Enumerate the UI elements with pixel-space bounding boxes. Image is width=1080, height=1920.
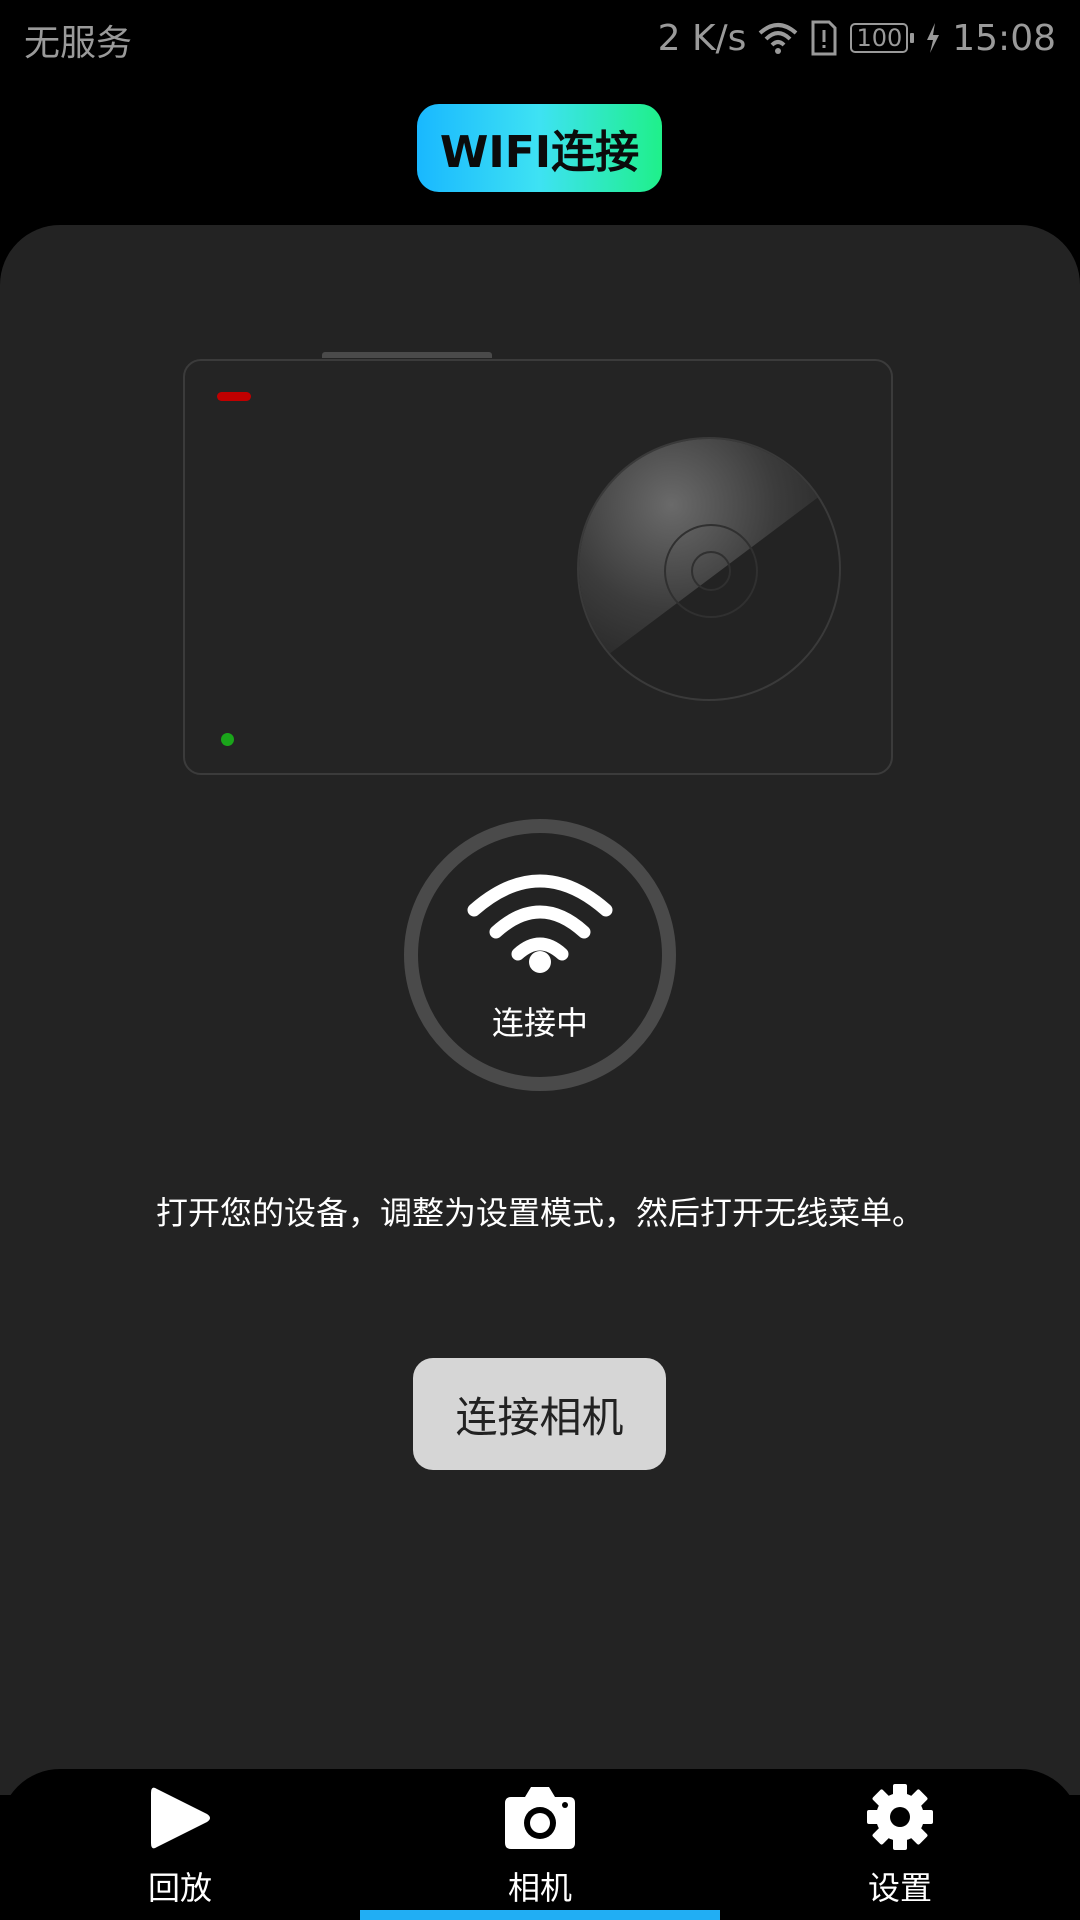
battery-icon: 100 — [850, 23, 915, 53]
nav-label-settings: 设置 — [867, 1869, 932, 1907]
nav-label-playback: 回放 — [147, 1869, 212, 1907]
instruction-text: 打开您的设备，调整为设置模式，然后打开无线菜单。 — [155, 1194, 924, 1232]
nav-active-indicator — [360, 1910, 720, 1920]
wifi-icon — [466, 872, 614, 982]
carrier-text: 无服务 — [24, 23, 133, 64]
camera-status-led — [221, 733, 234, 746]
net-speed: 2 K/s — [657, 17, 747, 59]
clock: 15:08 — [952, 17, 1056, 59]
camera-lens — [577, 437, 841, 701]
play-icon — [147, 1783, 213, 1857]
connect-camera-button[interactable]: 连接相机 — [413, 1358, 666, 1470]
camera-top-button — [322, 352, 492, 358]
battery-level: 100 — [850, 23, 909, 53]
status-bar: 无服务 2 K/s 100 15:08 — [0, 0, 1080, 76]
wifi-status-label: 连接中 — [491, 1004, 588, 1042]
charging-icon — [926, 23, 940, 53]
nav-item-camera[interactable]: 相机 — [360, 1769, 720, 1920]
status-icons: 2 K/s 100 15:08 — [658, 14, 1056, 62]
wifi-signal-icon — [758, 21, 798, 55]
bottom-nav: 回放 相机 设置 — [0, 1769, 1080, 1920]
nav-label-camera: 相机 — [507, 1869, 572, 1907]
sim-alert-icon — [810, 20, 838, 56]
nav-item-playback[interactable]: 回放 — [0, 1769, 360, 1920]
camera-rec-led — [217, 392, 251, 401]
camera-icon — [503, 1783, 577, 1855]
page-title: WIFI连接 — [417, 104, 662, 192]
nav-item-settings[interactable]: 设置 — [720, 1769, 1080, 1920]
gear-icon — [866, 1783, 934, 1855]
